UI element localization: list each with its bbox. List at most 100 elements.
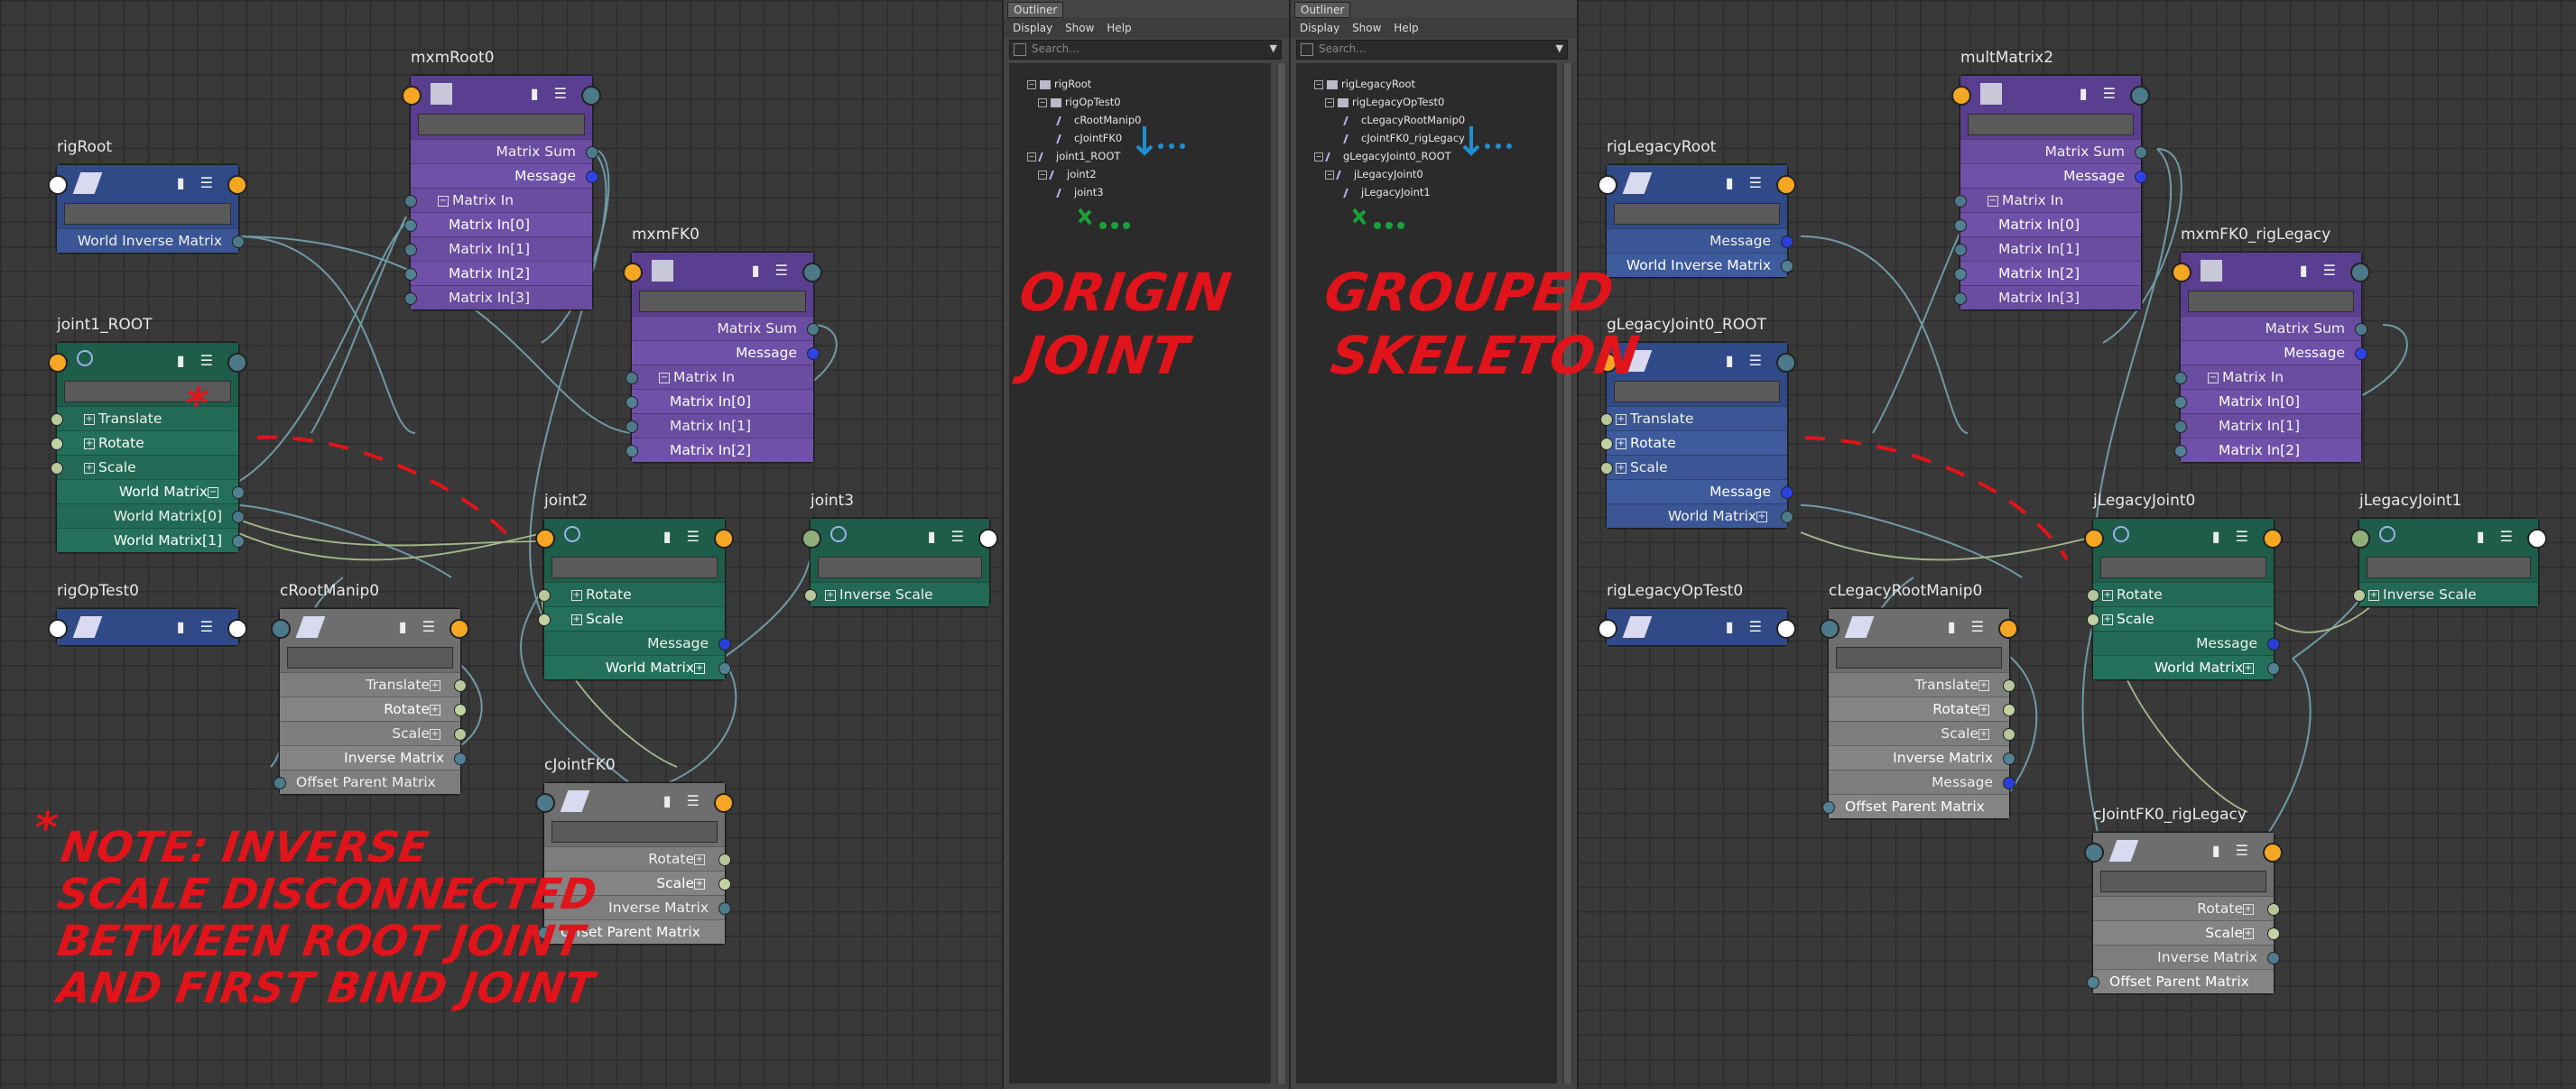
- expand-icon[interactable]: +: [1756, 511, 1767, 522]
- expand-icon[interactable]: +: [825, 589, 836, 601]
- port[interactable]: [625, 445, 638, 457]
- port-in[interactable]: [2350, 529, 2370, 549]
- node-buttons[interactable]: ▮ ☰: [399, 618, 440, 635]
- port-in[interactable]: [48, 175, 68, 195]
- port[interactable]: [2355, 323, 2368, 336]
- node-buttons[interactable]: ▮ ☰: [1948, 618, 1989, 635]
- port-out[interactable]: [227, 175, 247, 195]
- node-field[interactable]: [2100, 871, 2266, 892]
- port[interactable]: [718, 638, 731, 651]
- expand-icon[interactable]: +: [1616, 438, 1626, 449]
- port-out[interactable]: [2130, 86, 2150, 106]
- port[interactable]: [2174, 420, 2187, 433]
- port-out[interactable]: [227, 619, 247, 639]
- node-field[interactable]: [287, 647, 453, 669]
- port[interactable]: [718, 854, 731, 866]
- node-jLegacyJoint0[interactable]: jLegacyJoint0 ▮ ☰ + Rotate + Scale Message…: [2084, 492, 2283, 679]
- port-out[interactable]: [714, 793, 734, 813]
- port[interactable]: [2003, 728, 2015, 741]
- expand-icon[interactable]: +: [84, 438, 95, 449]
- menu-show[interactable]: Show: [1065, 22, 1094, 34]
- expand-icon[interactable]: −: [659, 372, 670, 383]
- node-buttons[interactable]: ▮ ☰: [177, 174, 218, 191]
- port-in[interactable]: [535, 793, 555, 813]
- port[interactable]: [2353, 589, 2366, 602]
- port-out[interactable]: [2263, 843, 2283, 863]
- filter-icon[interactable]: [1014, 43, 1026, 56]
- chevron-down-icon[interactable]: ▼: [1556, 42, 1563, 54]
- expand-icon[interactable]: +: [571, 589, 582, 601]
- expand-icon[interactable]: +: [1978, 728, 1989, 740]
- port[interactable]: [404, 244, 417, 256]
- node-cJointFK0_rigLegacy[interactable]: cJointFK0_rigLegacy ▮ ☰ Rotate + Scale + I…: [2084, 806, 2283, 993]
- node-buttons[interactable]: ▮ ☰: [177, 618, 218, 635]
- port[interactable]: [586, 146, 598, 159]
- port[interactable]: [2267, 952, 2280, 964]
- node-field[interactable]: [551, 557, 718, 578]
- port[interactable]: [404, 292, 417, 305]
- expand-icon[interactable]: +: [571, 614, 582, 625]
- node-field[interactable]: [64, 203, 231, 225]
- menu-show[interactable]: Show: [1352, 22, 1381, 34]
- port[interactable]: [2174, 445, 2187, 457]
- port[interactable]: [1600, 462, 1613, 475]
- node-field[interactable]: [2100, 557, 2266, 578]
- port-out[interactable]: [1776, 175, 1796, 195]
- port[interactable]: [51, 413, 63, 426]
- expand-icon[interactable]: +: [2102, 589, 2113, 601]
- port[interactable]: [538, 614, 551, 626]
- expand-icon[interactable]: −: [2208, 372, 2219, 383]
- port[interactable]: [1954, 244, 1967, 256]
- node-joint1_ROOT[interactable]: joint1_ROOT ▮ ☰ + Translate + Rotate + Scal…: [48, 316, 247, 552]
- port[interactable]: [2003, 777, 2015, 789]
- node-rigRoot[interactable]: rigRoot ▮ ☰ World Inverse Matrix: [48, 138, 247, 253]
- node-buttons[interactable]: ▮ ☰: [2212, 528, 2254, 545]
- port[interactable]: [232, 486, 245, 499]
- outliner-scrollbar[interactable]: [1562, 63, 1573, 1084]
- port[interactable]: [2087, 614, 2099, 626]
- port[interactable]: [1600, 413, 1613, 426]
- port[interactable]: [804, 589, 817, 602]
- port-in[interactable]: [271, 619, 291, 639]
- expand-icon[interactable]: +: [1616, 413, 1626, 425]
- port[interactable]: [1781, 511, 1793, 523]
- node-field[interactable]: [818, 557, 982, 578]
- port[interactable]: [1781, 486, 1793, 499]
- port[interactable]: [232, 535, 245, 548]
- port[interactable]: [586, 171, 598, 183]
- port-in[interactable]: [48, 619, 68, 639]
- port[interactable]: [1954, 219, 1967, 232]
- menu-help[interactable]: Help: [1107, 22, 1131, 34]
- expand-icon[interactable]: +: [84, 413, 95, 425]
- port[interactable]: [454, 728, 467, 741]
- port-out[interactable]: [581, 86, 601, 106]
- expand-icon[interactable]: +: [2368, 589, 2379, 601]
- expand-icon[interactable]: +: [2243, 903, 2254, 915]
- node-multMatrix2[interactable]: multMatrix2 ▮ ☰ Matrix Sum Message − Matr…: [1951, 49, 2150, 309]
- port[interactable]: [625, 372, 638, 384]
- port-in[interactable]: [1820, 619, 1839, 639]
- node-field[interactable]: [1614, 381, 1780, 402]
- port[interactable]: [232, 235, 245, 248]
- outliner-tree[interactable]: − rigRoot − rigOpTest0 cRootManip0 cJointF…: [1009, 63, 1271, 1084]
- outliner-tree[interactable]: − rigLegacyRoot − rigLegacyOpTest0 cLegacy…: [1296, 63, 1557, 1084]
- outliner-panel-origin[interactable]: Outliner Display Show Help Search... ▼ −…: [1002, 0, 1293, 1089]
- node-mxmFK0[interactable]: mxmFK0 ▮ ☰ Matrix Sum Message − Matrix In…: [623, 226, 822, 462]
- port[interactable]: [454, 704, 467, 716]
- expand-icon[interactable]: +: [84, 462, 95, 474]
- port-in[interactable]: [48, 353, 68, 373]
- port[interactable]: [2174, 372, 2187, 384]
- port-in[interactable]: [2172, 263, 2191, 282]
- node-field[interactable]: [1836, 647, 2002, 669]
- expand-icon[interactable]: +: [430, 679, 440, 691]
- port[interactable]: [404, 195, 417, 208]
- node-mxmFK0_rigLegacy[interactable]: mxmFK0_rigLegacy ▮ ☰ Matrix Sum Message …: [2172, 226, 2370, 462]
- port-in[interactable]: [1598, 619, 1617, 639]
- port[interactable]: [51, 462, 63, 475]
- chevron-down-icon[interactable]: ▼: [1270, 42, 1277, 54]
- port-in[interactable]: [802, 529, 821, 549]
- node-rigLegacyRoot[interactable]: rigLegacyRoot ▮ ☰ Message World Inverse …: [1598, 138, 1796, 277]
- port-out[interactable]: [802, 263, 822, 282]
- port-out[interactable]: [2263, 529, 2283, 549]
- outliner-scrollbar[interactable]: [1276, 63, 1287, 1084]
